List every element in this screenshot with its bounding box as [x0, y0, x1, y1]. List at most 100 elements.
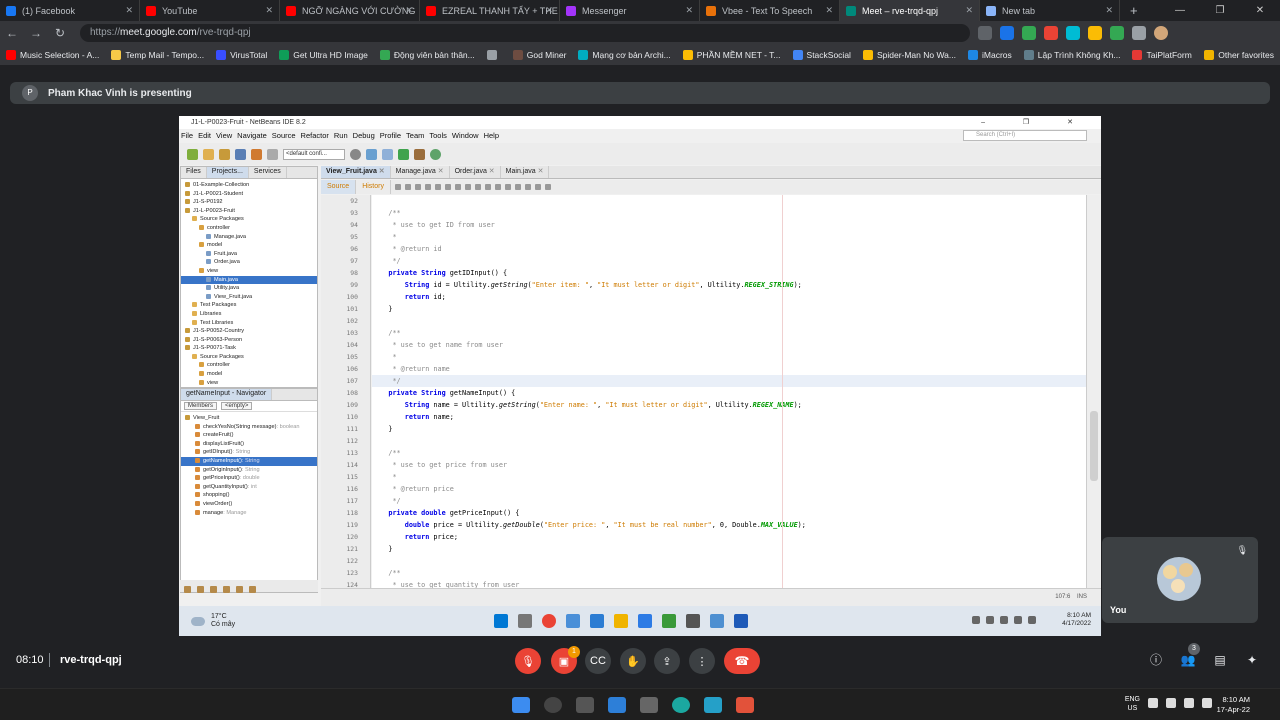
new-tab-button[interactable]: + [1120, 3, 1148, 18]
tree-node-label: J1-S-P0052-Country [193, 328, 244, 335]
browser-tab[interactable]: Vbee - Text To Speech ✕ [700, 0, 840, 21]
tab-close-icon[interactable]: ✕ [545, 5, 553, 16]
activities-icon[interactable]: ✦ [1244, 652, 1260, 668]
tab-close-icon[interactable]: ✕ [965, 5, 973, 16]
navigator-pane: getNameInput - Navigator Members <empty>… [180, 388, 318, 593]
shared-clock: 8:10 AM 4/17/2022 [1062, 612, 1091, 628]
browser-tab[interactable]: New tab ✕ [980, 0, 1120, 21]
maximize-icon[interactable]: ❐ [1200, 0, 1240, 21]
bookmark-item[interactable]: Get Ultra HD Image [273, 50, 374, 60]
bookmark-item[interactable]: Mạng cơ bản Archi... [572, 50, 676, 60]
tab-title: YouTube [162, 5, 198, 16]
url-input[interactable]: https://meet.google.com/rve-trqd-qpj [80, 24, 970, 42]
mic-icon[interactable] [1148, 698, 1158, 708]
extension-icon[interactable] [978, 26, 992, 40]
meeting-info-icon[interactable]: ⓘ [1148, 652, 1164, 668]
profile-avatar[interactable] [1154, 26, 1168, 40]
back-icon[interactable]: ← [0, 26, 24, 40]
bookmark-item[interactable]: Spider-Man No Wa... [857, 50, 962, 60]
app-icon[interactable] [704, 697, 722, 713]
bookmark-favicon-icon [1132, 50, 1143, 60]
navigator-empty-select: <empty> [221, 402, 253, 410]
windows-taskbar: ENG US 8:10 AM 17-Apr-22 [0, 688, 1280, 720]
search-icon[interactable] [544, 697, 562, 713]
windows-start-icon[interactable] [512, 697, 530, 713]
right-margin-line [782, 195, 783, 588]
code-line: private String getIDInput() { [388, 269, 508, 277]
close-icon[interactable]: ✕ [1240, 0, 1280, 21]
tab-title: EZREAL THANH TẨY + THE [442, 5, 558, 16]
tab-close-icon[interactable]: ✕ [125, 5, 133, 16]
minimize-icon[interactable]: — [1160, 0, 1200, 21]
video-app-icon[interactable] [736, 697, 754, 713]
bookmark-item[interactable]: PHẦN MỀM NET - T... [677, 50, 787, 60]
bookmark-item[interactable]: God Miner [507, 50, 573, 60]
bookmark-item[interactable]: TaiPlatForm [1126, 50, 1197, 60]
extension-icon[interactable] [1066, 26, 1080, 40]
source-tab: Source [321, 180, 357, 194]
captions-button[interactable]: CC [585, 648, 611, 674]
battery-icon[interactable] [1202, 698, 1212, 708]
tab-close-icon[interactable]: ✕ [1105, 5, 1113, 16]
end-call-button[interactable]: ☎ [724, 648, 760, 674]
forward-icon[interactable]: → [24, 26, 48, 40]
mail-icon[interactable] [608, 697, 626, 713]
extension-icon[interactable] [1022, 26, 1036, 40]
line-number: 122 [346, 557, 358, 565]
extension-icon[interactable] [1044, 26, 1058, 40]
other-favorites[interactable]: Other favorites [1198, 50, 1280, 60]
browser-tab[interactable]: Messenger ✕ [560, 0, 700, 21]
bookmark-item[interactable]: VirusTotal [210, 50, 273, 60]
extension-icon[interactable] [1088, 26, 1102, 40]
tab-close-icon[interactable]: ✕ [685, 5, 693, 16]
browser-tab[interactable]: (1) Facebook ✕ [0, 0, 140, 21]
more-options-button[interactable]: ⋮ [689, 648, 715, 674]
browser-tab[interactable]: YouTube ✕ [140, 0, 280, 21]
bookmark-item[interactable]: iMacros [962, 50, 1018, 60]
browser-tab[interactable]: EZREAL THANH TẨY + THE ✕ [420, 0, 560, 21]
method-icon [195, 500, 200, 506]
netbeans-titlebar: J1-L-P0023-Fruit - NetBeans IDE 8.2 – ❐ … [179, 116, 1101, 129]
projects-pane-tab: Projects... [206, 167, 249, 178]
bookmark-item[interactable]: Lập Trình Không Kh... [1018, 50, 1127, 60]
editor-tab-close-icon: ✕ [376, 168, 385, 175]
tab-title: New tab [1002, 5, 1036, 16]
wifi-icon[interactable] [1166, 698, 1176, 708]
tab-close-icon[interactable]: ✕ [405, 5, 413, 16]
bookmark-item[interactable]: StackSocial [787, 50, 857, 60]
speaker-icon[interactable] [1184, 698, 1194, 708]
taskbar-clock[interactable]: 8:10 AM 17-Apr-22 [1217, 695, 1250, 715]
camera-off-icon: ▣ [558, 655, 570, 668]
reload-icon[interactable]: ↻ [48, 26, 72, 40]
browser-tab[interactable]: Meet – rve-trqd-qpj ✕ [840, 0, 980, 21]
extension-icon[interactable] [1132, 26, 1146, 40]
language-indicator[interactable]: ENG US [1125, 695, 1140, 713]
bookmark-item[interactable]: Temp Mail - Tempo... [105, 50, 210, 60]
editor-tool-icon [444, 184, 451, 190]
bookmark-item[interactable]: Động viên bản thân... [374, 50, 481, 60]
extension-icon[interactable] [1110, 26, 1124, 40]
tree-node-label: Source Packages [200, 216, 244, 223]
browser-tab[interactable]: NGỠ NGÀNG VỚI CƯỜNG ✕ [280, 0, 420, 21]
self-avatar [1157, 557, 1201, 601]
calculator-icon[interactable] [640, 697, 658, 713]
you-label: You [1110, 605, 1127, 615]
mic-toggle-button[interactable]: 🎙 [515, 648, 541, 674]
bookmark-item[interactable] [481, 50, 507, 60]
present-button[interactable]: ⇪ [654, 648, 680, 674]
edge-icon[interactable] [672, 697, 690, 713]
bookmark-item[interactable]: Music Selection - A... [0, 50, 105, 60]
tree-node-icon [206, 259, 211, 265]
tab-close-icon[interactable]: ✕ [265, 5, 273, 16]
chat-icon[interactable]: ▤ [1212, 652, 1228, 668]
bookmark-favicon-icon [279, 50, 290, 60]
self-video-tile[interactable]: 🎙 You [1102, 537, 1258, 623]
extension-icon[interactable] [1000, 26, 1014, 40]
shared-time: 8:10 AM [1067, 612, 1091, 619]
tab-close-icon[interactable]: ✕ [825, 5, 833, 16]
navigator-filter-icon [236, 586, 243, 593]
task-view-icon[interactable] [576, 697, 594, 713]
raise-hand-button[interactable]: ✋ [620, 648, 646, 674]
navigator-item-label: getIDInput() [203, 449, 233, 456]
